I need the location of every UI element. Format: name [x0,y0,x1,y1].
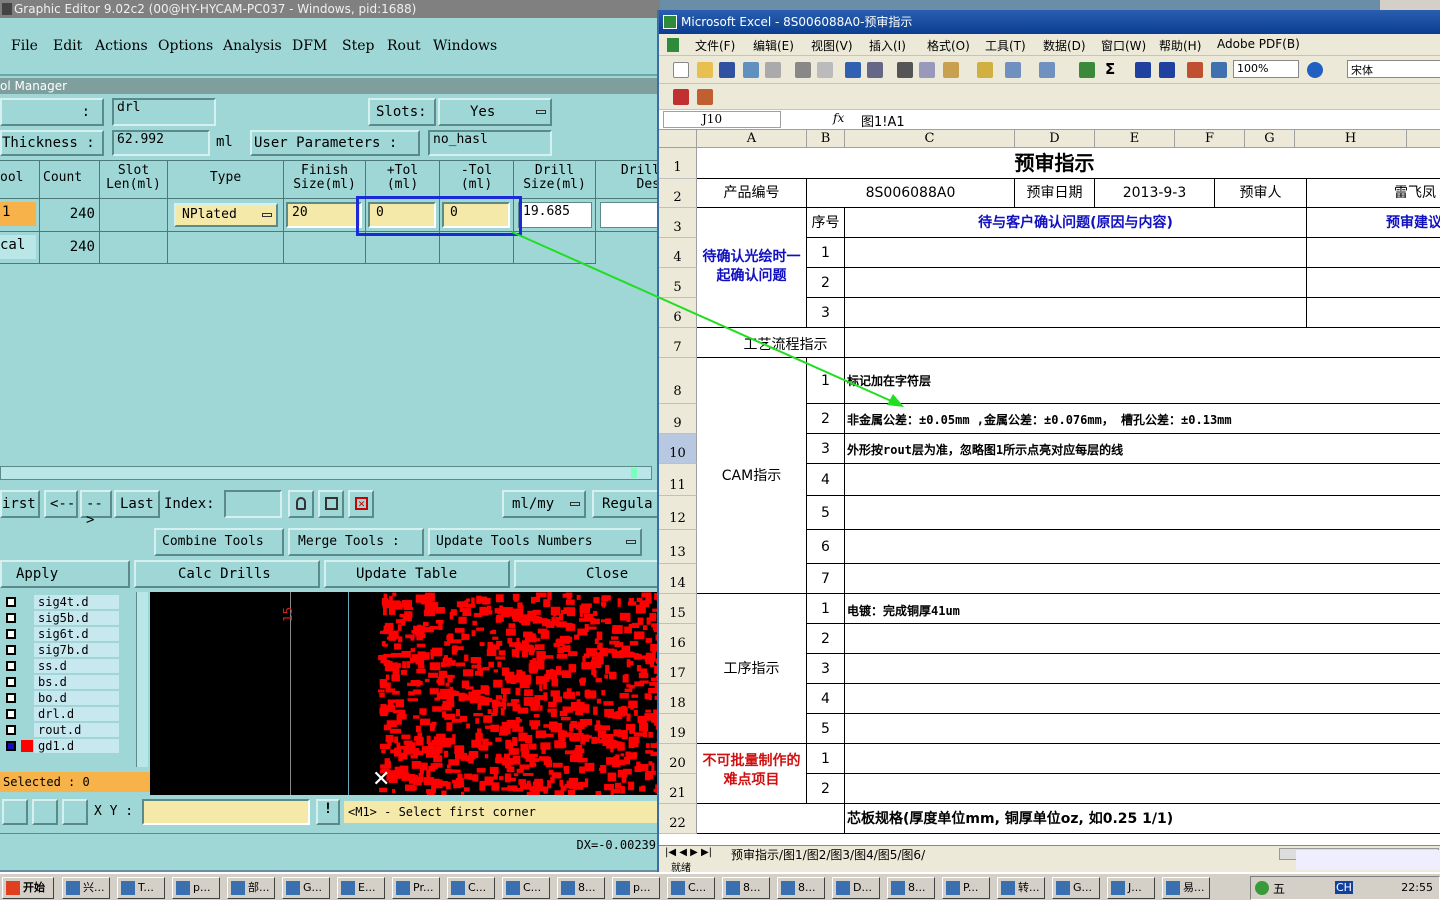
task-button[interactable]: 8... [557,877,605,899]
arrow-line [511,231,899,405]
task-label: Pr... [413,881,434,894]
task-label: 部... [248,881,270,894]
task-icon [891,881,905,895]
task-button[interactable]: C... [667,877,715,899]
task-icon [1056,881,1070,895]
task-icon [781,881,795,895]
start-label: 开始 [23,881,45,894]
task-button[interactable]: 转... [997,877,1045,899]
window-controls[interactable] [1380,0,1440,10]
task-icon [671,881,685,895]
task-button[interactable]: 8... [777,877,825,899]
task-button[interactable]: 8... [722,877,770,899]
task-icon [836,881,850,895]
task-icon [1166,881,1180,895]
task-icon [1001,881,1015,895]
taskbar: 开始 兴... T... p... 部... G... E... Pr... C... C...… [0,850,1440,900]
annotation-arrow [511,231,904,407]
ime-icon[interactable] [1255,881,1269,895]
task-button[interactable]: Pr... [392,877,440,899]
task-button[interactable]: 兴... [62,877,110,899]
task-label: P... [963,881,979,894]
task-label: p... [633,881,651,894]
task-button[interactable]: C... [502,877,550,899]
task-button[interactable]: p... [612,877,660,899]
clock: 22:55 [1401,881,1433,894]
task-icon [231,881,245,895]
task-label: 兴... [83,881,105,894]
task-icon [1111,881,1125,895]
task-button[interactable]: 易... [1162,877,1210,899]
task-button[interactable]: C... [447,877,495,899]
task-button[interactable]: J... [1107,877,1155,899]
task-label: G... [1073,881,1093,894]
task-label: 转... [1018,881,1040,894]
task-button[interactable]: 部... [227,877,275,899]
task-label: 8... [743,881,761,894]
task-label: 易... [1183,881,1205,894]
lang-indicator[interactable]: CH [1335,881,1353,894]
task-label: C... [688,881,707,894]
task-icon [616,881,630,895]
task-label: T... [138,881,154,894]
task-icon [561,881,575,895]
task-button[interactable]: G... [1052,877,1100,899]
task-button[interactable]: P... [942,877,990,899]
task-icon [946,881,960,895]
task-label: J... [1128,881,1142,894]
task-icon [451,881,465,895]
arrow-head [887,394,904,407]
task-icon [66,881,80,895]
task-icon [341,881,355,895]
task-icon [176,881,190,895]
task-button[interactable]: G... [282,877,330,899]
task-icon [396,881,410,895]
ime-bar[interactable] [1296,850,1440,870]
ime-mode[interactable]: 五 [1273,880,1285,897]
windows-icon [6,881,20,895]
task-button[interactable]: D... [832,877,880,899]
start-button[interactable]: 开始 [2,877,54,899]
task-icon [506,881,520,895]
task-button[interactable]: T... [117,877,165,899]
task-button[interactable]: E... [337,877,385,899]
task-button[interactable]: 8... [887,877,935,899]
task-label: G... [303,881,323,894]
task-label: 8... [798,881,816,894]
task-label: E... [358,881,376,894]
task-icon [121,881,135,895]
task-icon [286,881,300,895]
task-label: 8... [908,881,926,894]
task-label: p... [193,881,211,894]
task-label: C... [468,881,487,894]
system-tray: 五 CH 22:55 [1250,876,1440,900]
task-icon [726,881,740,895]
task-label: C... [523,881,542,894]
task-button[interactable]: p... [172,877,220,899]
task-label: D... [853,881,872,894]
task-label: 8... [578,881,596,894]
